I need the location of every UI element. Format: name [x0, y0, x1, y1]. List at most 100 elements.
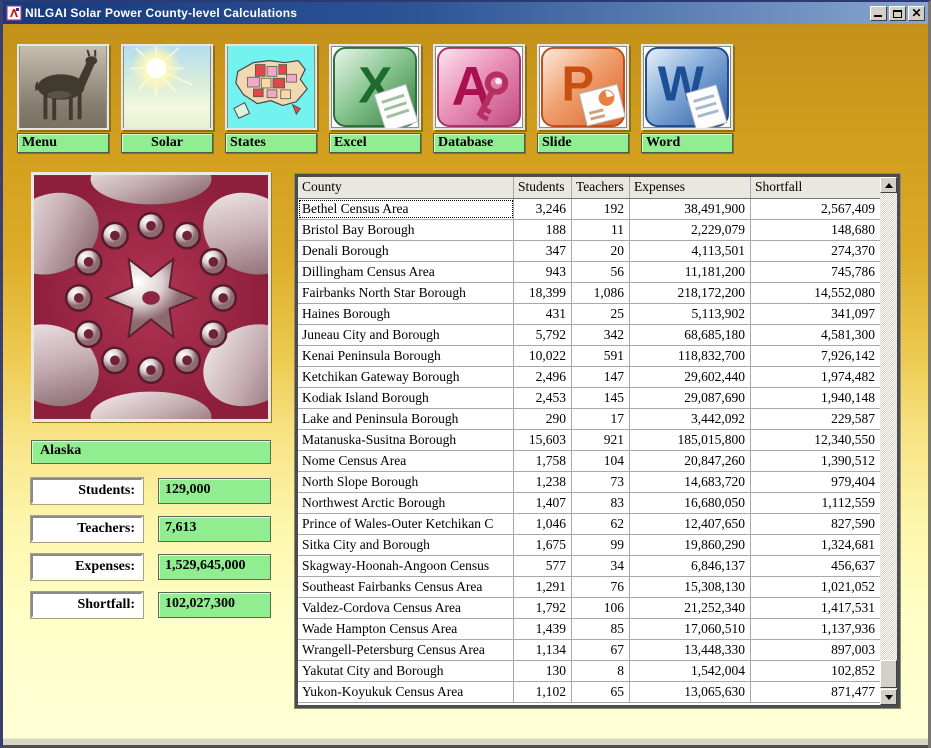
value-cell[interactable]: 3,246: [514, 199, 572, 219]
county-cell[interactable]: Bethel Census Area: [298, 199, 514, 219]
column-header-county[interactable]: County: [298, 177, 514, 198]
value-cell[interactable]: 4,581,300: [751, 325, 880, 345]
value-cell[interactable]: 1,758: [514, 451, 572, 471]
value-cell[interactable]: 192: [572, 199, 630, 219]
value-cell[interactable]: 62: [572, 514, 630, 534]
county-cell[interactable]: Ketchikan Gateway Borough: [298, 367, 514, 387]
value-cell[interactable]: 38,491,900: [630, 199, 751, 219]
value-cell[interactable]: 1,675: [514, 535, 572, 555]
value-cell[interactable]: 979,404: [751, 472, 880, 492]
value-cell[interactable]: 34: [572, 556, 630, 576]
county-cell[interactable]: Fairbanks North Star Borough: [298, 283, 514, 303]
value-cell[interactable]: 17,060,510: [630, 619, 751, 639]
value-cell[interactable]: 1,134: [514, 640, 572, 660]
table-row[interactable]: Yukon-Koyukuk Census Area1,1026513,065,6…: [298, 682, 880, 703]
county-cell[interactable]: Denali Borough: [298, 241, 514, 261]
county-cell[interactable]: Skagway-Hoonah-Angoon Census: [298, 556, 514, 576]
county-cell[interactable]: Matanuska-Susitna Borough: [298, 430, 514, 450]
table-row[interactable]: Ketchikan Gateway Borough2,49614729,602,…: [298, 367, 880, 388]
value-cell[interactable]: 1,291: [514, 577, 572, 597]
close-button[interactable]: ✕: [908, 6, 925, 21]
value-cell[interactable]: 56: [572, 262, 630, 282]
value-cell[interactable]: 12,340,550: [751, 430, 880, 450]
county-cell[interactable]: Northwest Arctic Borough: [298, 493, 514, 513]
value-cell[interactable]: 25: [572, 304, 630, 324]
value-cell[interactable]: 21,252,340: [630, 598, 751, 618]
value-cell[interactable]: 2,453: [514, 388, 572, 408]
value-cell[interactable]: 1,046: [514, 514, 572, 534]
table-row[interactable]: Nome Census Area1,75810420,847,2601,390,…: [298, 451, 880, 472]
value-cell[interactable]: 921: [572, 430, 630, 450]
table-scrollbar[interactable]: [880, 177, 897, 705]
database-button[interactable]: A Database: [433, 44, 525, 153]
table-row[interactable]: Wade Hampton Census Area1,4398517,060,51…: [298, 619, 880, 640]
column-header-teachers[interactable]: Teachers: [572, 177, 630, 198]
table-row[interactable]: Fairbanks North Star Borough18,3991,0862…: [298, 283, 880, 304]
value-cell[interactable]: 6,846,137: [630, 556, 751, 576]
value-cell[interactable]: 1,137,936: [751, 619, 880, 639]
table-row[interactable]: Haines Borough431255,113,902341,097: [298, 304, 880, 325]
value-cell[interactable]: 12,407,650: [630, 514, 751, 534]
value-cell[interactable]: 29,087,690: [630, 388, 751, 408]
table-row[interactable]: Southeast Fairbanks Census Area1,2917615…: [298, 577, 880, 598]
scroll-up-button[interactable]: [880, 177, 897, 193]
county-cell[interactable]: Prince of Wales-Outer Ketchikan C: [298, 514, 514, 534]
value-cell[interactable]: 341,097: [751, 304, 880, 324]
table-row[interactable]: Wrangell-Petersburg Census Area1,1346713…: [298, 640, 880, 661]
scroll-down-button[interactable]: [880, 689, 897, 705]
menu-button[interactable]: Menu: [17, 44, 109, 153]
value-cell[interactable]: 29,602,440: [630, 367, 751, 387]
county-cell[interactable]: Valdez-Cordova Census Area: [298, 598, 514, 618]
column-header-expenses[interactable]: Expenses: [630, 177, 751, 198]
value-cell[interactable]: 17: [572, 409, 630, 429]
table-row[interactable]: Denali Borough347204,113,501274,370: [298, 241, 880, 262]
value-cell[interactable]: 185,015,800: [630, 430, 751, 450]
value-cell[interactable]: 591: [572, 346, 630, 366]
value-cell[interactable]: 7,926,142: [751, 346, 880, 366]
value-cell[interactable]: 827,590: [751, 514, 880, 534]
county-cell[interactable]: Southeast Fairbanks Census Area: [298, 577, 514, 597]
value-cell[interactable]: 431: [514, 304, 572, 324]
value-cell[interactable]: 188: [514, 220, 572, 240]
value-cell[interactable]: 1,940,148: [751, 388, 880, 408]
value-cell[interactable]: 745,786: [751, 262, 880, 282]
value-cell[interactable]: 1,324,681: [751, 535, 880, 555]
value-cell[interactable]: 1,238: [514, 472, 572, 492]
county-cell[interactable]: Yakutat City and Borough: [298, 661, 514, 681]
value-cell[interactable]: 1,407: [514, 493, 572, 513]
excel-button[interactable]: X Excel: [329, 44, 421, 153]
value-cell[interactable]: 1,021,052: [751, 577, 880, 597]
county-cell[interactable]: North Slope Borough: [298, 472, 514, 492]
county-cell[interactable]: Nome Census Area: [298, 451, 514, 471]
county-cell[interactable]: Bristol Bay Borough: [298, 220, 514, 240]
table-row[interactable]: North Slope Borough1,2387314,683,720979,…: [298, 472, 880, 493]
value-cell[interactable]: 2,567,409: [751, 199, 880, 219]
table-row[interactable]: Prince of Wales-Outer Ketchikan C1,04662…: [298, 514, 880, 535]
table-row[interactable]: Northwest Arctic Borough1,4078316,680,05…: [298, 493, 880, 514]
value-cell[interactable]: 14,683,720: [630, 472, 751, 492]
table-row[interactable]: Yakutat City and Borough13081,542,004102…: [298, 661, 880, 682]
column-header-shortfall[interactable]: Shortfall: [751, 177, 880, 198]
value-cell[interactable]: 897,003: [751, 640, 880, 660]
county-cell[interactable]: Wrangell-Petersburg Census Area: [298, 640, 514, 660]
value-cell[interactable]: 1,974,482: [751, 367, 880, 387]
value-cell[interactable]: 145: [572, 388, 630, 408]
county-cell[interactable]: Wade Hampton Census Area: [298, 619, 514, 639]
value-cell[interactable]: 67: [572, 640, 630, 660]
value-cell[interactable]: 14,552,080: [751, 283, 880, 303]
value-cell[interactable]: 10,022: [514, 346, 572, 366]
table-row[interactable]: Matanuska-Susitna Borough15,603921185,01…: [298, 430, 880, 451]
scroll-thumb[interactable]: [880, 660, 897, 688]
value-cell[interactable]: 20: [572, 241, 630, 261]
value-cell[interactable]: 274,370: [751, 241, 880, 261]
value-cell[interactable]: 106: [572, 598, 630, 618]
value-cell[interactable]: 577: [514, 556, 572, 576]
states-button[interactable]: States: [225, 44, 317, 153]
table-row[interactable]: Bristol Bay Borough188112,229,079148,680: [298, 220, 880, 241]
value-cell[interactable]: 102,852: [751, 661, 880, 681]
table-row[interactable]: Kenai Peninsula Borough10,022591118,832,…: [298, 346, 880, 367]
value-cell[interactable]: 65: [572, 682, 630, 702]
county-cell[interactable]: Kodiak Island Borough: [298, 388, 514, 408]
county-cell[interactable]: Sitka City and Borough: [298, 535, 514, 555]
value-cell[interactable]: 20,847,260: [630, 451, 751, 471]
